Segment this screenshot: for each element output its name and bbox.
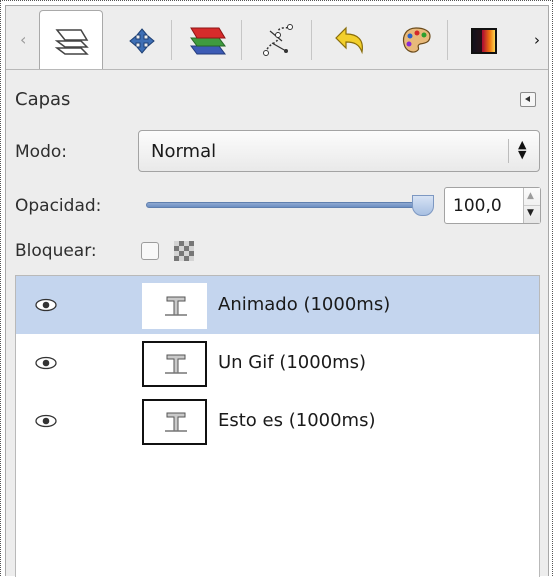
eye-icon[interactable] bbox=[34, 298, 58, 312]
layer-thumbnail bbox=[142, 341, 207, 387]
text-layer-icon bbox=[165, 412, 187, 432]
tab-gradients[interactable] bbox=[452, 12, 516, 70]
opacity-label: Opacidad: bbox=[15, 196, 102, 216]
tab-layers[interactable] bbox=[39, 10, 103, 70]
layer-thumbnail bbox=[142, 283, 207, 329]
layer-name: Animado (1000ms) bbox=[218, 294, 391, 315]
panel-title: Capas bbox=[15, 89, 71, 110]
combo-divider bbox=[508, 139, 509, 163]
layer-thumbnail bbox=[142, 399, 207, 445]
tab-divider bbox=[311, 20, 312, 60]
layer-row[interactable]: Un Gif (1000ms) bbox=[16, 334, 539, 392]
layers-dock-panel: ‹ › Capas Modo: Normal ▲ ▼ Opacidad: 100… bbox=[5, 5, 549, 577]
scroll-right-icon[interactable]: › bbox=[534, 31, 540, 49]
tab-divider bbox=[241, 20, 242, 60]
decrement-icon[interactable]: ▼ bbox=[527, 208, 534, 218]
layers-list: Animado (1000ms) Un Gif (1000ms) Esto es… bbox=[15, 275, 540, 577]
spin-buttons: ▲ ▼ bbox=[523, 188, 540, 223]
mode-label: Modo: bbox=[15, 142, 67, 162]
palette-icon bbox=[402, 27, 431, 53]
lock-alpha-checkerboard-icon[interactable] bbox=[174, 241, 194, 261]
tab-paths[interactable] bbox=[246, 12, 310, 70]
mode-value: Normal bbox=[151, 141, 217, 162]
tab-move[interactable] bbox=[110, 12, 174, 70]
panel-menu-button[interactable] bbox=[520, 92, 536, 107]
layer-name: Esto es (1000ms) bbox=[218, 410, 376, 431]
text-layer-icon bbox=[165, 354, 187, 374]
layer-name: Un Gif (1000ms) bbox=[218, 352, 367, 373]
opacity-slider[interactable] bbox=[146, 202, 426, 208]
scroll-left-icon[interactable]: ‹ bbox=[20, 30, 26, 49]
layers-icon bbox=[54, 28, 89, 55]
tab-palettes[interactable] bbox=[384, 12, 448, 70]
increment-icon[interactable]: ▲ bbox=[527, 191, 534, 201]
tab-divider bbox=[171, 20, 172, 60]
layer-row[interactable]: Esto es (1000ms) bbox=[16, 392, 539, 450]
opacity-slider-handle[interactable] bbox=[412, 195, 434, 216]
move-icon bbox=[129, 28, 155, 54]
eye-icon[interactable] bbox=[34, 414, 58, 428]
paths-icon bbox=[263, 24, 293, 56]
lock-pixels-checkbox[interactable] bbox=[141, 242, 159, 260]
dock-tab-bar: ‹ › bbox=[6, 6, 548, 72]
mode-select[interactable]: Normal ▲ ▼ bbox=[138, 130, 540, 172]
opacity-value: 100,0 bbox=[453, 196, 502, 216]
tab-divider bbox=[447, 20, 448, 60]
tab-baseline bbox=[6, 69, 548, 70]
tab-channels[interactable] bbox=[176, 12, 240, 70]
eye-icon[interactable] bbox=[34, 356, 58, 370]
spin-divider bbox=[524, 205, 540, 206]
layer-row[interactable]: Animado (1000ms) bbox=[16, 276, 539, 334]
opacity-spinbox[interactable]: 100,0 ▲ ▼ bbox=[444, 187, 541, 224]
undo-history-icon bbox=[335, 26, 363, 55]
gradient-icon bbox=[471, 28, 497, 54]
updown-arrows-icon: ▲ ▼ bbox=[518, 138, 527, 161]
tab-undo-history[interactable] bbox=[316, 12, 380, 70]
channels-icon bbox=[190, 27, 226, 55]
text-layer-icon bbox=[165, 296, 187, 316]
lock-label: Bloquear: bbox=[15, 241, 97, 261]
